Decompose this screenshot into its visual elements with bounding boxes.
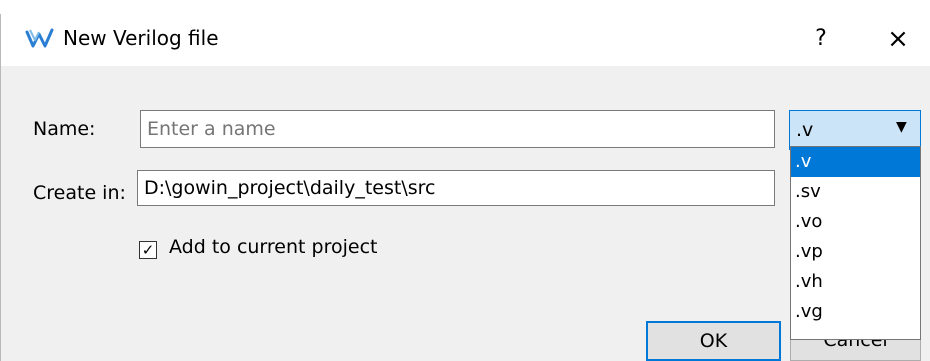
- create-in-label: Create in:: [33, 182, 126, 204]
- extension-option-vp[interactable]: .vp: [791, 237, 920, 267]
- name-label: Name:: [33, 118, 96, 140]
- close-button[interactable]: ×: [881, 22, 915, 56]
- extension-option-sv[interactable]: .sv: [791, 177, 920, 207]
- extension-select[interactable]: .v ▼: [789, 110, 921, 150]
- background-window-strip: [0, 0, 930, 15]
- create-in-field[interactable]: D:\gowin_project\daily_test\src: [137, 170, 775, 206]
- extension-option-v[interactable]: .v: [791, 147, 920, 177]
- name-input[interactable]: [140, 110, 775, 148]
- extension-dropdown-list: .v .sv .vo .vp .vh .vg: [790, 146, 921, 340]
- help-button[interactable]: ?: [809, 22, 833, 56]
- extension-selected-value: .v: [796, 119, 814, 141]
- title-bar: New Verilog file ? ×: [1, 14, 930, 66]
- gowin-logo-icon: [25, 28, 54, 48]
- extension-option-vh[interactable]: .vh: [791, 267, 920, 297]
- chevron-down-icon: ▼: [896, 119, 907, 135]
- dialog-title: New Verilog file: [63, 26, 219, 50]
- new-verilog-file-dialog: New Verilog file ? × Name: .v ▼ Create i…: [0, 14, 930, 361]
- add-to-project-checkbox[interactable]: ✓: [139, 241, 157, 259]
- ok-button[interactable]: OK: [646, 321, 781, 361]
- extension-option-vo[interactable]: .vo: [791, 207, 920, 237]
- extension-option-vg[interactable]: .vg: [791, 297, 920, 327]
- add-to-project-label: Add to current project: [169, 236, 378, 258]
